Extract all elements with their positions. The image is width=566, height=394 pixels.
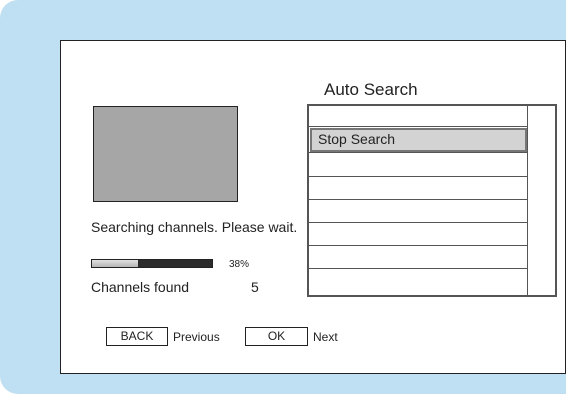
search-progress-fill	[92, 260, 138, 267]
list-row-separator	[309, 268, 527, 269]
back-button[interactable]: BACK	[106, 327, 168, 346]
ok-button-caption: Next	[313, 330, 338, 344]
tv-screen: Searching channels. Please wait. 38% Cha…	[60, 40, 566, 374]
ok-button[interactable]: OK	[245, 327, 308, 346]
list-row-separator	[309, 126, 527, 127]
menu-title: Auto Search	[324, 80, 418, 99]
search-options-list: Stop Search	[307, 104, 557, 297]
search-status-message: Searching channels. Please wait.	[91, 219, 298, 235]
search-progress-percent: 38%	[229, 259, 250, 270]
screen-frame: Searching channels. Please wait. 38% Cha…	[0, 0, 566, 394]
channels-found-label: Channels found	[91, 279, 190, 295]
list-row-separator	[309, 245, 527, 246]
back-button-caption: Previous	[173, 330, 220, 344]
channels-found-count: 5	[251, 279, 259, 295]
stop-search-item[interactable]: Stop Search	[310, 128, 527, 152]
list-row-separator	[309, 199, 527, 200]
list-row-separator	[309, 152, 527, 153]
list-row-separator	[309, 222, 527, 223]
channel-preview-window	[93, 106, 238, 202]
list-row-separator	[309, 176, 527, 177]
search-progress-bar	[91, 259, 213, 268]
list-scroll-divider	[527, 106, 528, 295]
